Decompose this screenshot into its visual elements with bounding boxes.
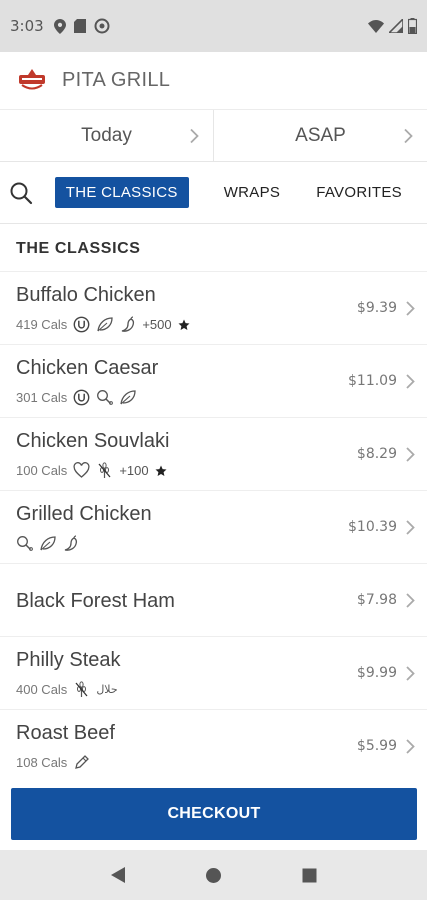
day-label: Today: [81, 124, 132, 146]
battery-icon: [408, 18, 417, 34]
leaf-icon: [97, 317, 113, 332]
chevron-right-icon: [406, 301, 415, 316]
item-name: Chicken Caesar: [16, 357, 159, 379]
tab-the-classics[interactable]: THE CLASSICS: [54, 177, 189, 208]
pencil-icon: [75, 755, 90, 769]
item-price: $7.98: [356, 592, 397, 608]
recents-icon[interactable]: [302, 868, 317, 883]
menu-item-chicken-souvlaki[interactable]: Chicken Souvlaki 100 Cals +100 $8.29: [0, 418, 427, 491]
item-reward-points: +100: [119, 463, 149, 478]
menu-item-roast-beef[interactable]: Roast Beef 108 Cals $5.99: [0, 710, 427, 783]
signal-icon: [389, 19, 403, 33]
sync-icon: [94, 18, 110, 34]
section-title: THE CLASSICS: [0, 226, 427, 272]
item-calories: 108 Cals: [16, 755, 68, 770]
u-circle-icon: [73, 316, 90, 333]
back-icon[interactable]: [110, 866, 126, 884]
search-icon: [10, 182, 33, 204]
menu-item-grilled-chicken[interactable]: Grilled Chicken $10.39: [0, 491, 427, 564]
category-tabs: THE CLASSICS WRAPS FAVORITES: [0, 162, 427, 224]
pepper-icon: [64, 535, 78, 551]
item-price: $9.99: [356, 665, 397, 681]
menu-item-buffalo-chicken[interactable]: Buffalo Chicken 419 Cals +500 $9.39: [0, 272, 427, 345]
chevron-right-icon: [404, 128, 413, 143]
no-gluten-icon: [98, 462, 111, 478]
item-name: Chicken Souvlaki: [16, 430, 170, 452]
time-label: ASAP: [295, 124, 346, 146]
item-calories: 100 Cals: [16, 463, 68, 478]
menu-item-philly-steak[interactable]: Philly Steak 400 Cals حلال $9.99: [0, 637, 427, 710]
tab-favorites[interactable]: FAVORITES: [305, 177, 413, 208]
restaurant-name: PITA GRILL: [62, 69, 171, 91]
drumstick-icon: [97, 390, 114, 405]
item-price: $5.99: [356, 738, 397, 754]
chevron-right-icon: [406, 739, 415, 754]
leaf-icon: [40, 536, 56, 551]
day-selector[interactable]: Today: [0, 110, 213, 161]
status-time: 3:03: [10, 17, 44, 35]
sd-card-icon: [73, 19, 86, 33]
item-price: $9.39: [356, 300, 397, 316]
menu-item-chicken-caesar[interactable]: Chicken Caesar 301 Cals $11.09: [0, 345, 427, 418]
item-price: $8.29: [356, 446, 397, 462]
wifi-icon: [368, 19, 384, 33]
chevron-right-icon: [406, 520, 415, 535]
halal-icon: حلال: [96, 683, 118, 696]
checkout-button[interactable]: CHECKOUT: [11, 788, 417, 840]
item-name: Roast Beef: [16, 722, 115, 744]
item-name: Black Forest Ham: [16, 590, 175, 612]
chevron-right-icon: [406, 447, 415, 462]
item-calories: 419 Cals: [16, 317, 68, 332]
item-calories: 301 Cals: [16, 390, 68, 405]
item-price: $10.39: [348, 519, 397, 535]
item-name: Grilled Chicken: [16, 503, 152, 525]
item-price: $11.09: [348, 373, 397, 389]
app-header: PITA GRILL: [0, 52, 427, 110]
star-icon: [155, 465, 167, 476]
chevron-right-icon: [406, 666, 415, 681]
item-reward-points: +500: [142, 317, 172, 332]
menu-list: Buffalo Chicken 419 Cals +500 $9.39 Chic…: [0, 272, 427, 783]
star-icon: [178, 319, 190, 330]
chevron-right-icon: [406, 593, 415, 608]
u-circle-icon: [73, 389, 90, 406]
system-nav-bar: [0, 850, 427, 900]
item-calories: 400 Cals: [16, 682, 68, 697]
no-gluten-icon: [75, 681, 88, 697]
heart-icon: [73, 462, 90, 478]
tab-wraps[interactable]: WRAPS: [213, 177, 292, 208]
search-button[interactable]: [0, 162, 43, 223]
item-name: Philly Steak: [16, 649, 121, 671]
location-icon: [53, 18, 66, 34]
home-icon[interactable]: [205, 867, 222, 884]
status-bar: 3:03: [0, 0, 427, 52]
time-selector[interactable]: ASAP: [213, 110, 427, 161]
pita-grill-logo: [19, 68, 45, 89]
pepper-icon: [122, 316, 135, 332]
menu-item-black-forest-ham[interactable]: Black Forest Ham $7.98: [0, 564, 427, 637]
item-name: Buffalo Chicken: [16, 284, 156, 306]
chevron-right-icon: [190, 128, 199, 143]
drumstick-icon: [17, 536, 33, 551]
order-time-selector: Today ASAP: [0, 110, 427, 162]
leaf-icon: [120, 390, 136, 405]
chevron-right-icon: [406, 374, 415, 389]
